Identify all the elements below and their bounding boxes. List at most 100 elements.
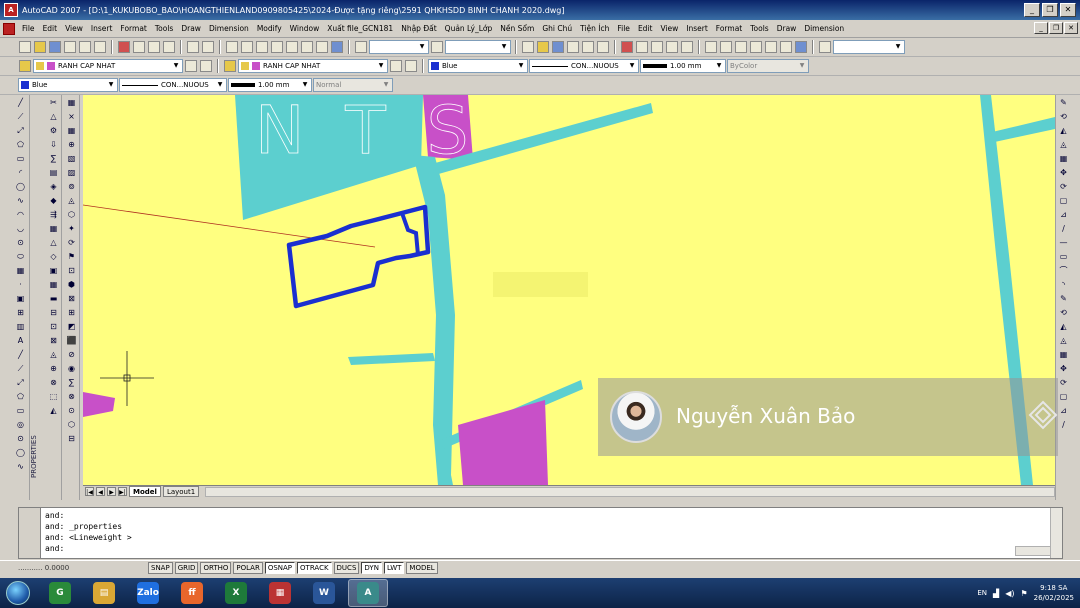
save-icon[interactable] bbox=[49, 41, 61, 53]
modify-tool-12-icon[interactable]: ▣ bbox=[48, 265, 59, 276]
volume-icon[interactable]: ◀) bbox=[1005, 589, 1014, 598]
extra-tool-23-icon[interactable]: ⬡ bbox=[66, 419, 77, 430]
extra-tool-16-icon[interactable]: ◩ bbox=[66, 321, 77, 332]
modify-tool-5-icon[interactable]: ▤ bbox=[48, 167, 59, 178]
draw-tool-19-icon[interactable]: ⟋ bbox=[15, 363, 26, 374]
copy-icon[interactable] bbox=[133, 41, 145, 53]
menu-item[interactable]: Quản Lý_Lớp bbox=[441, 24, 497, 33]
right-tool-1-icon[interactable]: ⟲ bbox=[1058, 111, 1069, 122]
start-button[interactable] bbox=[0, 578, 36, 608]
color-combo-2[interactable]: Blue ▼ bbox=[18, 78, 118, 92]
draw-tool-17-icon[interactable]: A bbox=[15, 335, 26, 346]
extra-tool-8-icon[interactable]: ⬡ bbox=[66, 209, 77, 220]
properties-icon[interactable] bbox=[286, 41, 298, 53]
undo-icon-2[interactable] bbox=[666, 41, 678, 53]
draw-tool-8-icon[interactable]: ◠ bbox=[15, 209, 26, 220]
network-icon[interactable]: ▟ bbox=[993, 589, 999, 598]
draw-tool-7-icon[interactable]: ∿ bbox=[15, 195, 26, 206]
zoom-previous-icon-2[interactable] bbox=[750, 41, 762, 53]
right-tool-7-icon[interactable]: ▢ bbox=[1058, 195, 1069, 206]
right-tool-21-icon[interactable]: ▢ bbox=[1058, 391, 1069, 402]
extra-tool-22-icon[interactable]: ⊙ bbox=[66, 405, 77, 416]
color-combo[interactable]: Blue ▼ bbox=[428, 59, 528, 73]
modify-tool-8-icon[interactable]: ⇶ bbox=[48, 209, 59, 220]
menu-item[interactable]: Tiện Ích bbox=[576, 24, 613, 33]
tab-layout1[interactable]: Layout1 bbox=[162, 486, 200, 497]
copy-icon-2[interactable] bbox=[636, 41, 648, 53]
draw-tool-4-icon[interactable]: ▭ bbox=[15, 153, 26, 164]
extra-tool-18-icon[interactable]: ⊘ bbox=[66, 349, 77, 360]
modify-tool-14-icon[interactable]: ▬ bbox=[48, 293, 59, 304]
design-center-icon-2[interactable] bbox=[780, 41, 792, 53]
extra-tool-3-icon[interactable]: ⊕ bbox=[66, 139, 77, 150]
draw-tool-22-icon[interactable]: ▭ bbox=[15, 405, 26, 416]
cut-icon[interactable] bbox=[118, 41, 130, 53]
draw-tool-26-icon[interactable]: ∿ bbox=[15, 461, 26, 472]
layer-combo-2[interactable]: RANH CAP NHAT ▼ bbox=[238, 59, 388, 73]
draw-tool-25-icon[interactable]: ◯ bbox=[15, 447, 26, 458]
right-tool-8-icon[interactable]: ⊿ bbox=[1058, 209, 1069, 220]
draw-tool-16-icon[interactable]: ▥ bbox=[15, 321, 26, 332]
plotstyle-combo-2[interactable]: Normal ▼ bbox=[313, 78, 393, 92]
zoom-realtime-icon[interactable] bbox=[241, 41, 253, 53]
extra-tool-17-icon[interactable]: ⬛ bbox=[66, 335, 77, 346]
tab-nav-button[interactable]: ◀ bbox=[96, 487, 105, 496]
status-toggle-dyn[interactable]: DYN bbox=[361, 562, 382, 574]
help-icon-2[interactable] bbox=[795, 41, 807, 53]
layer-manager-icon-2[interactable] bbox=[224, 60, 236, 72]
close-button[interactable]: ✕ bbox=[1060, 3, 1076, 17]
draw-tool-10-icon[interactable]: ⊙ bbox=[15, 237, 26, 248]
restore-button[interactable]: ❐ bbox=[1042, 3, 1058, 17]
draw-tool-5-icon[interactable]: ◜ bbox=[15, 167, 26, 178]
right-tool-9-icon[interactable]: ∕ bbox=[1058, 223, 1069, 234]
right-tool-16-icon[interactable]: ◭ bbox=[1058, 321, 1069, 332]
draw-tool-20-icon[interactable]: ⤢ bbox=[15, 377, 26, 388]
menu-item[interactable]: File bbox=[613, 24, 634, 33]
right-tool-3-icon[interactable]: ◬ bbox=[1058, 139, 1069, 150]
extra-tool-9-icon[interactable]: ✦ bbox=[66, 223, 77, 234]
status-toggle-osnap[interactable]: OSNAP bbox=[264, 562, 296, 574]
right-tool-14-icon[interactable]: ✎ bbox=[1058, 293, 1069, 304]
layer-previous-icon-2[interactable] bbox=[405, 60, 417, 72]
menu-item[interactable]: View bbox=[61, 24, 87, 33]
tab-nav-button[interactable]: |◀ bbox=[85, 487, 94, 496]
modify-tool-10-icon[interactable]: △ bbox=[48, 237, 59, 248]
draw-tool-23-icon[interactable]: ◎ bbox=[15, 419, 26, 430]
taskbar-autocad[interactable]: A bbox=[348, 579, 388, 607]
extra-tool-2-icon[interactable]: ▦ bbox=[66, 125, 77, 136]
right-tool-0-icon[interactable]: ✎ bbox=[1058, 97, 1069, 108]
taskbar-excel[interactable]: X bbox=[216, 579, 256, 607]
extra-tool-13-icon[interactable]: ⬢ bbox=[66, 279, 77, 290]
language-indicator[interactable]: EN bbox=[977, 589, 987, 597]
menu-item[interactable]: Insert bbox=[682, 24, 712, 33]
extra-tool-4-icon[interactable]: ▧ bbox=[66, 153, 77, 164]
make-current-layer-icon-2[interactable] bbox=[390, 60, 402, 72]
extra-tool-10-icon[interactable]: ⟳ bbox=[66, 237, 77, 248]
modify-tool-4-icon[interactable]: ∑ bbox=[48, 153, 59, 164]
status-toggle-otrack[interactable]: OTRACK bbox=[297, 562, 332, 574]
menu-item[interactable]: Draw bbox=[177, 24, 205, 33]
menu-item[interactable]: Format bbox=[712, 24, 746, 33]
help-icon[interactable] bbox=[331, 41, 343, 53]
right-tool-11-icon[interactable]: ▭ bbox=[1058, 251, 1069, 262]
publish-icon-2[interactable] bbox=[597, 41, 609, 53]
command-hscroll[interactable] bbox=[1015, 546, 1051, 556]
pan-icon[interactable] bbox=[226, 41, 238, 53]
status-toggle-grid[interactable]: GRID bbox=[174, 562, 199, 574]
right-tool-12-icon[interactable]: ⌒ bbox=[1058, 265, 1069, 276]
extra-tool-0-icon[interactable]: ▦ bbox=[66, 97, 77, 108]
draw-tool-3-icon[interactable]: ⬠ bbox=[15, 139, 26, 150]
plotstyle-combo[interactable]: ByColor ▼ bbox=[727, 59, 809, 73]
make-current-layer-icon[interactable] bbox=[185, 60, 197, 72]
tab-nav-button[interactable]: ▶| bbox=[118, 487, 127, 496]
modify-tool-3-icon[interactable]: ⇩ bbox=[48, 139, 59, 150]
taskbar-explorer[interactable]: ▤ bbox=[84, 579, 124, 607]
right-tool-18-icon[interactable]: ▦ bbox=[1058, 349, 1069, 360]
minimize-button[interactable]: _ bbox=[1024, 3, 1040, 17]
draw-tool-18-icon[interactable]: ╱ bbox=[15, 349, 26, 360]
table-style-combo[interactable]: ▼ bbox=[833, 40, 905, 54]
menu-item[interactable]: Draw bbox=[773, 24, 801, 33]
zoom-window-icon-2[interactable] bbox=[735, 41, 747, 53]
taskbar-chrome[interactable]: G bbox=[40, 579, 80, 607]
menu-item[interactable]: Nền Sổm bbox=[496, 24, 538, 33]
